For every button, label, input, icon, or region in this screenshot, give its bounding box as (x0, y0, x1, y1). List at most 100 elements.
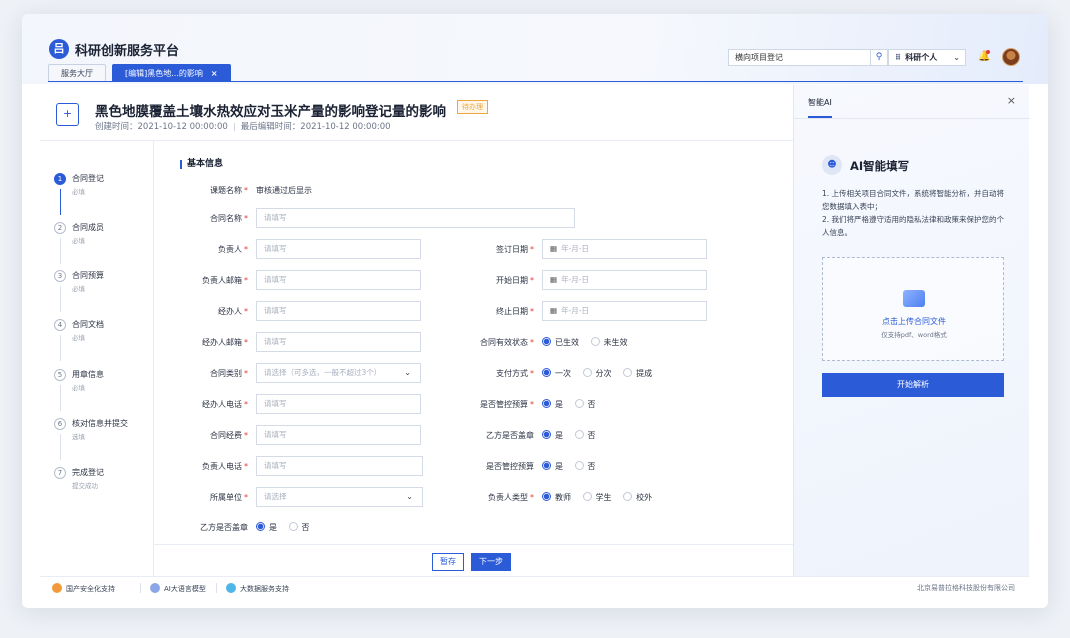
owner-input[interactable]: 请填写 (256, 239, 421, 259)
handler-input[interactable]: 请填写 (256, 301, 421, 321)
sign-date-input[interactable]: ▦ 年-月-日 (542, 239, 707, 259)
pay-radio-group: 一次 分次 提成 (542, 368, 661, 379)
contract-name-input[interactable]: 请填写 (256, 208, 575, 228)
step-label: 完成登记 (72, 468, 104, 477)
step-connector (59, 238, 61, 264)
save-button[interactable]: 暂存 (432, 553, 464, 571)
start-parse-button[interactable]: 开始解析 (822, 373, 1004, 397)
next-step-button[interactable]: 下一步 (471, 553, 511, 571)
step-label: 合同成员 (72, 223, 104, 232)
radio-yes[interactable]: 是 (542, 430, 563, 441)
tab-edit-record[interactable]: [编辑]黑色地...的影响 × (112, 64, 231, 82)
status-label: 合同有效状态 * (480, 338, 534, 347)
radio-teacher[interactable]: 教师 (542, 492, 571, 503)
pay-label: 支付方式 * (496, 369, 534, 378)
step-nav: 1 合同登记 必填 2 合同成员 必填 3 合同预算 必填 4 合同文档 必填 (40, 141, 154, 576)
document-icon: + (56, 103, 79, 126)
handler-phone-input[interactable]: 请填写 (256, 394, 421, 414)
top-bar: 吕 科研创新服务平台 服务大厅 [编辑]黑色地...的影响 × 横向项目登记 ⚲ … (22, 14, 1048, 84)
start-date-label: 开始日期 * (496, 276, 534, 285)
radio-not-effective[interactable]: 未生效 (590, 337, 628, 348)
end-date-label: 终止日期 * (496, 307, 534, 316)
owner-phone-label: 负责人电话 * (202, 462, 248, 471)
end-date-input[interactable]: ▦ 年-月-日 (542, 301, 707, 321)
footer-item-llm: AI大语言模型 (150, 583, 206, 594)
radio-effective[interactable]: 已生效 (542, 337, 579, 348)
owner-type-radio-group: 教师 学生 校外 (542, 492, 661, 503)
bottom-bar: 国产安全化支持 AI大语言模型 大数据服务支持 北京易普拉格科技股份有限公司 (40, 576, 1029, 598)
owner-email-label: 负责人邮箱 * (202, 276, 248, 285)
footer-item-bigdata: 大数据服务支持 (226, 583, 289, 594)
party-b-seal-label-left: 乙方是否盖章 (200, 523, 248, 532)
budget-radio-group: 是 否 (542, 399, 605, 410)
contract-fund-input[interactable]: 请填写 (256, 425, 421, 445)
topic-label: 课题名称 * (210, 186, 248, 195)
user-select[interactable]: ⠿ 科研个人 ⌄ (888, 49, 966, 66)
radio-installment[interactable]: 分次 (582, 368, 612, 379)
footer-item-security: 国产安全化支持 (52, 583, 115, 594)
unit-select[interactable]: 请选择 ⌄ (256, 487, 423, 507)
radio-yes[interactable]: 是 (542, 461, 563, 472)
radio-yes[interactable]: 是 (542, 399, 563, 410)
ai-icon (150, 583, 160, 593)
step-sub: 必填 (72, 334, 85, 342)
search-icon[interactable]: ⚲ (870, 50, 887, 65)
step-connector (59, 335, 61, 361)
radio-commission[interactable]: 提成 (623, 368, 652, 379)
ai-panel-header: 智能AI × (794, 85, 1030, 119)
step-number: 6 (54, 418, 66, 430)
owner-phone-input[interactable]: 请填写 (256, 456, 423, 476)
budget-label-2: 是否管控预算 (486, 462, 534, 471)
status-radio-group: 已生效 未生效 (542, 337, 637, 348)
step-label: 用章信息 (72, 370, 104, 379)
step-label: 合同文档 (72, 320, 104, 329)
avatar[interactable] (1002, 48, 1020, 66)
contract-name-label: 合同名称 * (210, 214, 248, 223)
radio-external[interactable]: 校外 (623, 492, 652, 503)
upload-icon (903, 290, 925, 307)
contract-type-select[interactable]: 请选择（可多选，一般不超过3个） ⌄ (256, 363, 421, 383)
ai-robot-icon: ☻ (822, 155, 842, 175)
chevron-down-icon: ⌄ (953, 53, 960, 62)
step-label: 核对信息并提交 (72, 419, 128, 428)
section-title: 基本信息 (180, 160, 223, 169)
page-title: 黑色地膜覆盖土壤水热效应对玉米产量的影响登记量的影响 (95, 104, 446, 120)
chevron-down-icon: ⌄ (404, 368, 411, 377)
upload-dropzone[interactable]: 点击上传合同文件 仅支持pdf、word格式 (822, 257, 1004, 361)
radio-no[interactable]: 否 (574, 430, 596, 441)
close-icon[interactable]: × (1007, 94, 1016, 107)
radio-once[interactable]: 一次 (542, 368, 571, 379)
tab-service-hall[interactable]: 服务大厅 (48, 64, 106, 82)
step-sub: 必填 (72, 188, 85, 196)
search-value: 横向项目登记 (735, 53, 783, 62)
step-sub: 选填 (72, 433, 85, 441)
handler-email-label: 经办人邮箱 * (202, 338, 248, 347)
tab-smart-ai[interactable]: 智能AI (808, 97, 832, 108)
radio-yes[interactable]: 是 (256, 522, 277, 533)
ai-desc-2: 2. 我们将严格遵守适用的隐私法律和政策来保护您的个人信息。 (822, 215, 1005, 237)
step-sub: 必填 (72, 384, 85, 392)
radio-student[interactable]: 学生 (582, 492, 612, 503)
tab-label: 服务大厅 (61, 69, 93, 78)
step-number: 7 (54, 467, 66, 479)
handler-phone-label: 经办人电话 * (202, 400, 248, 409)
main-content: + 黑色地膜覆盖土壤水热效应对玉米产量的影响登记量的影响 待办理 创建时间：20… (40, 85, 793, 576)
close-icon[interactable]: × (211, 69, 218, 78)
start-date-input[interactable]: ▦ 年-月-日 (542, 270, 707, 290)
contract-fund-label: 合同经费 * (210, 431, 248, 440)
budget-label: 是否管控预算 * (480, 400, 534, 409)
owner-email-input[interactable]: 请填写 (256, 270, 421, 290)
party-b-seal-radio: 是 否 (542, 430, 605, 441)
handler-email-input[interactable]: 请填写 (256, 332, 421, 352)
step-connector (59, 286, 61, 312)
ai-title: AI智能填写 (850, 159, 910, 173)
form-footer: 暂存 下一步 (154, 544, 793, 576)
radio-no[interactable]: 否 (288, 522, 310, 533)
edited-time: 最后编辑时间：2021-10-12 00:00:00 (240, 122, 391, 132)
unit-label: 所属单位 * (210, 493, 248, 502)
radio-no[interactable]: 否 (574, 399, 596, 410)
app-logo-icon: 吕 (49, 39, 69, 59)
ai-panel: 智能AI × ☻ AI智能填写 1. 上传相关项目合同文件，系统将智能分析，并自… (793, 85, 1030, 576)
search-input[interactable]: 横向项目登记 (728, 49, 888, 66)
radio-no[interactable]: 否 (574, 461, 596, 472)
